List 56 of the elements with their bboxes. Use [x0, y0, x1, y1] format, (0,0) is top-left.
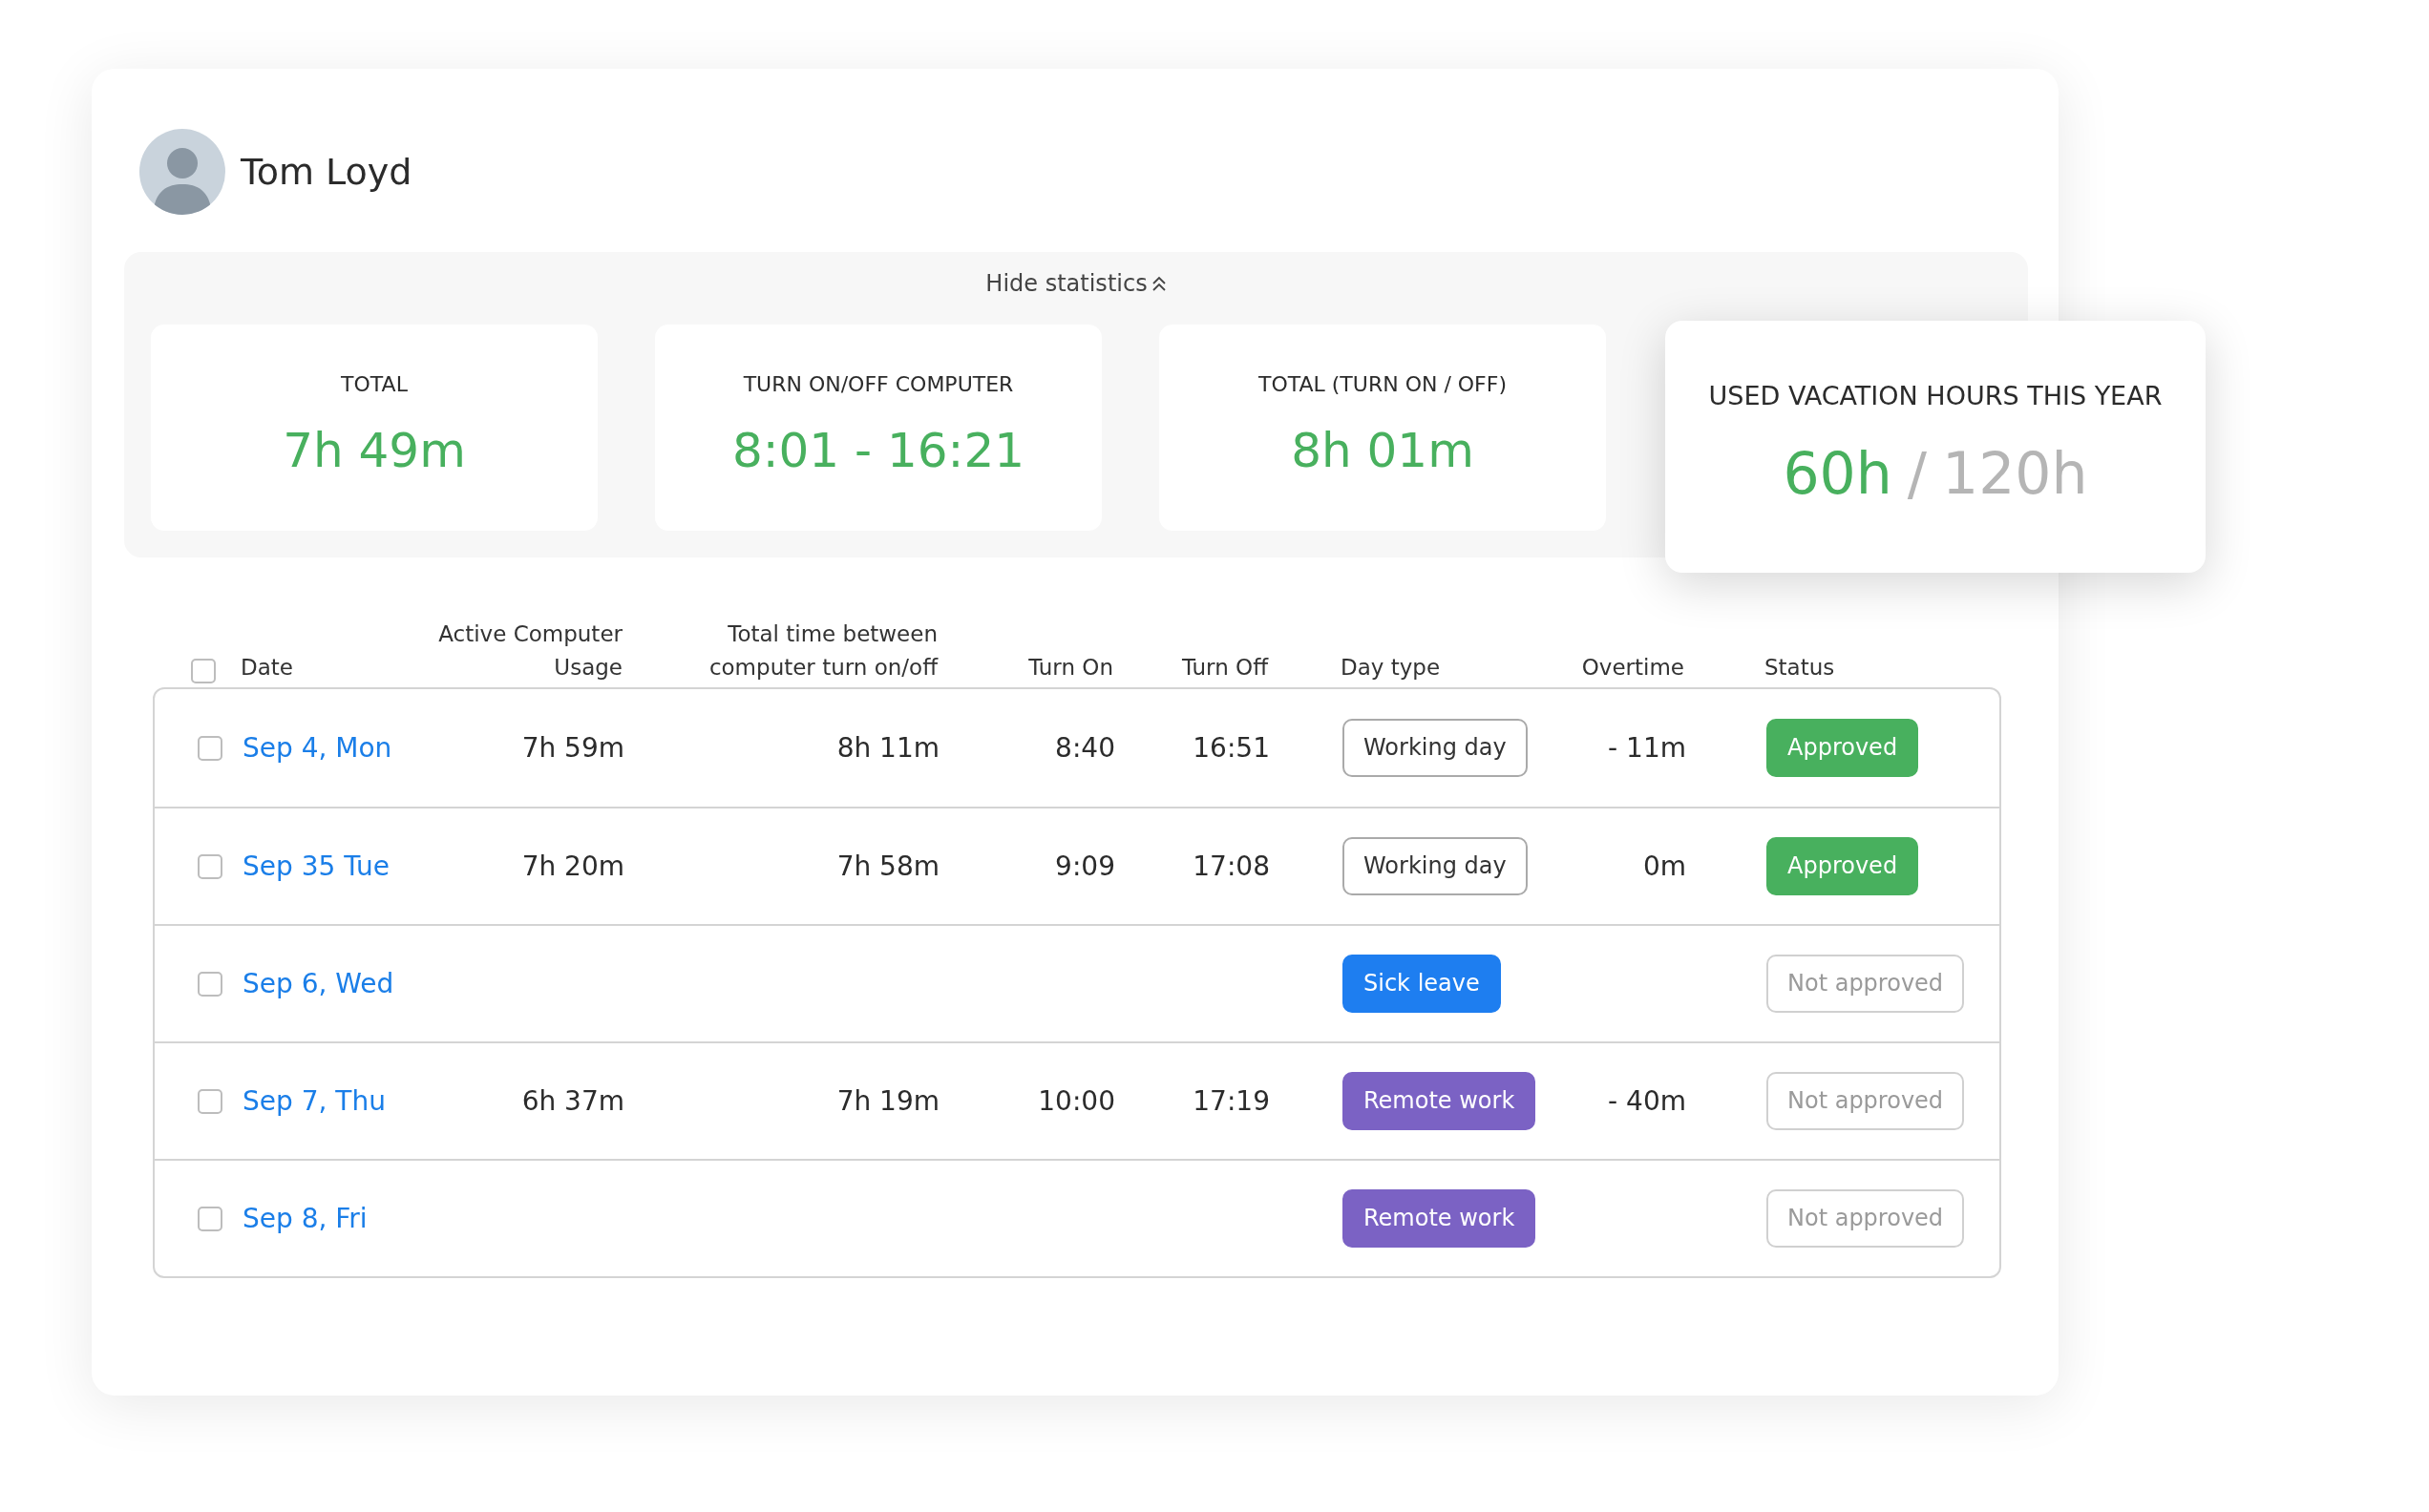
stat-label: TURN ON/OFF COMPUTER [743, 371, 1014, 398]
stat-value: 7h 49m [283, 422, 466, 480]
status-tag: Not approved [1766, 1072, 1965, 1130]
day-type-tag: Sick leave [1342, 955, 1501, 1013]
row-checkbox[interactable] [198, 735, 222, 761]
column-header: Date [241, 654, 293, 680]
stat-label: TOTAL (TURN ON / OFF) [1258, 371, 1507, 398]
day-type-tag: Remote work [1342, 1189, 1536, 1248]
vacation-label: USED VACATION HOURS THIS YEAR [1708, 379, 2163, 412]
date-link[interactable]: Sep 8, Fri [243, 1198, 422, 1239]
stat-value: 8:01 - 16:21 [731, 422, 1025, 480]
hide-statistics-toggle[interactable]: Hide statistics [980, 265, 1172, 302]
overtime: - 11m [1607, 730, 1686, 766]
date-link[interactable]: Sep 35 Tue [243, 846, 422, 887]
column-header: Turn Off [1181, 653, 1268, 682]
separator: / [1907, 439, 1927, 510]
total-hours: 120h [1942, 439, 2088, 510]
day-type-tag: Working day [1342, 719, 1528, 777]
total-time: 7h 19m [835, 1083, 940, 1119]
column-header: Active Computer Usage [437, 620, 623, 682]
stat-label: TOTAL [341, 371, 408, 398]
column-header: Total time between computer turn on/off [708, 620, 938, 682]
overtime: 0m [1641, 849, 1686, 884]
user-name: Tom Loyd [241, 149, 412, 195]
date-link[interactable]: Sep 4, Mon [243, 727, 422, 768]
turn-on-time: 9:09 [1054, 849, 1115, 884]
day-type-tag: Working day [1342, 837, 1528, 895]
overtime: - 40m [1607, 1083, 1686, 1119]
total-time: 7h 58m [835, 849, 940, 884]
row-checkbox[interactable] [198, 971, 222, 997]
row-checkbox[interactable] [198, 1206, 222, 1231]
active-usage: 6h 37m [520, 1083, 624, 1119]
turn-off-time: 17:08 [1192, 849, 1270, 884]
row-checkbox[interactable] [198, 1088, 222, 1114]
status-tag: Approved [1766, 837, 1919, 895]
turn-off-time: 16:51 [1192, 730, 1270, 766]
used-hours: 60h [1783, 439, 1892, 510]
column-header: Overtime [1581, 653, 1684, 682]
column-header: Turn On [1028, 653, 1113, 682]
turn-on-time: 10:00 [1037, 1083, 1115, 1119]
day-type-tag: Remote work [1342, 1072, 1536, 1130]
column-header: Status [1764, 654, 1835, 680]
turn-on-time: 8:40 [1054, 730, 1115, 766]
active-usage: 7h 59m [520, 730, 624, 766]
date-link[interactable]: Sep 7, Thu [243, 1081, 422, 1122]
status-tag: Not approved [1766, 1189, 1965, 1248]
column-header: Day type [1341, 654, 1441, 680]
active-usage: 7h 20m [520, 849, 624, 884]
date-link[interactable]: Sep 6, Wed [243, 963, 422, 1004]
turn-off-time: 17:19 [1192, 1083, 1270, 1119]
select-all-checkbox[interactable] [191, 659, 216, 683]
row-checkbox[interactable] [198, 853, 222, 879]
total-time: 8h 11m [835, 730, 940, 766]
stat-value: 8h 01m [1291, 422, 1474, 480]
status-tag: Not approved [1766, 955, 1965, 1013]
status-tag: Approved [1766, 719, 1919, 777]
